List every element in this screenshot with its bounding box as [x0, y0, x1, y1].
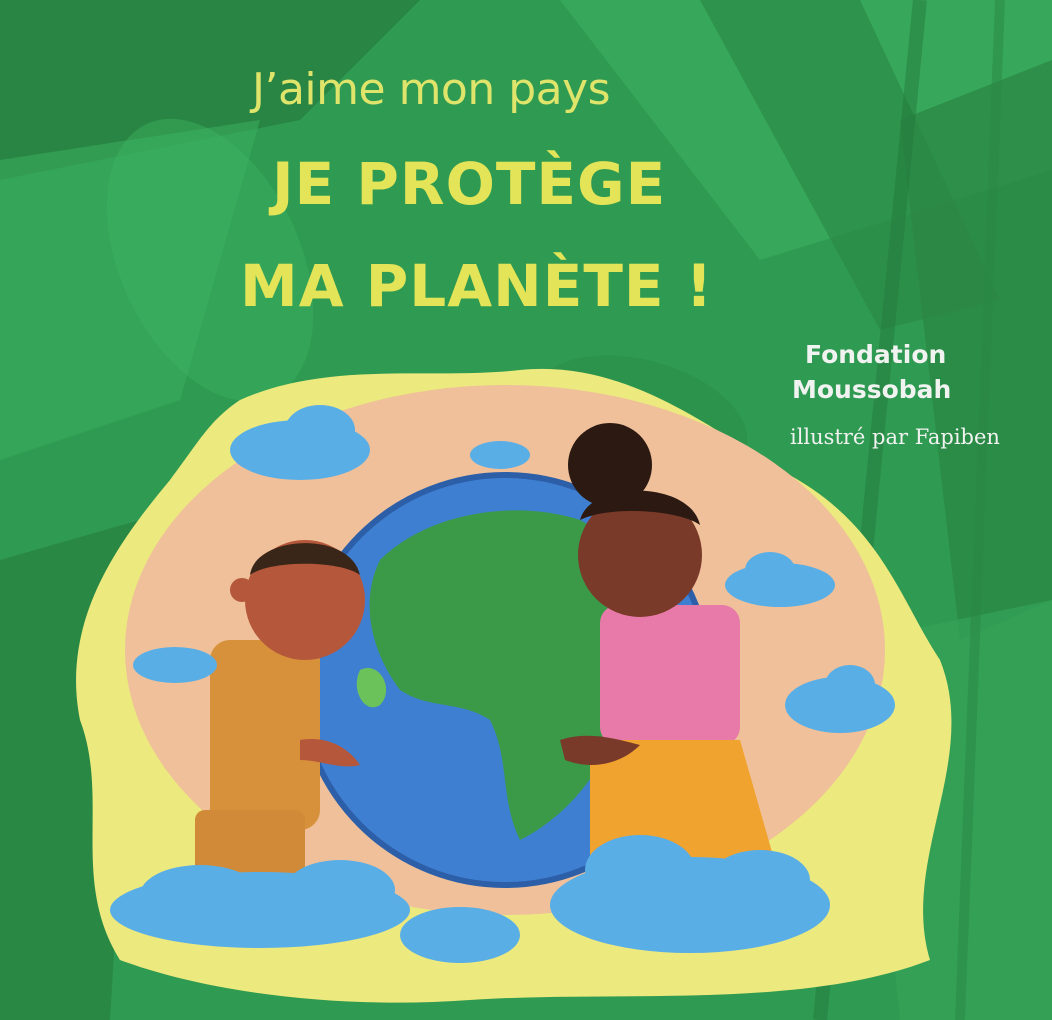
- title-line-2: JE PROTÈGE: [272, 150, 667, 218]
- author-line-2: Moussobah: [792, 375, 952, 404]
- title-line-1: J’aime mon pays: [252, 64, 611, 115]
- illustrator-credit: illustré par Fapiben: [790, 425, 1000, 449]
- cloud-icon: [400, 907, 520, 963]
- cloud-icon: [133, 647, 217, 683]
- book-cover: J’aime mon pays JE PROTÈGE MA PLANÈTE ! …: [0, 0, 1052, 1020]
- title-line-3: MA PLANÈTE !: [240, 252, 714, 320]
- author-line-1: Fondation: [805, 340, 947, 369]
- cloud-icon: [470, 441, 530, 469]
